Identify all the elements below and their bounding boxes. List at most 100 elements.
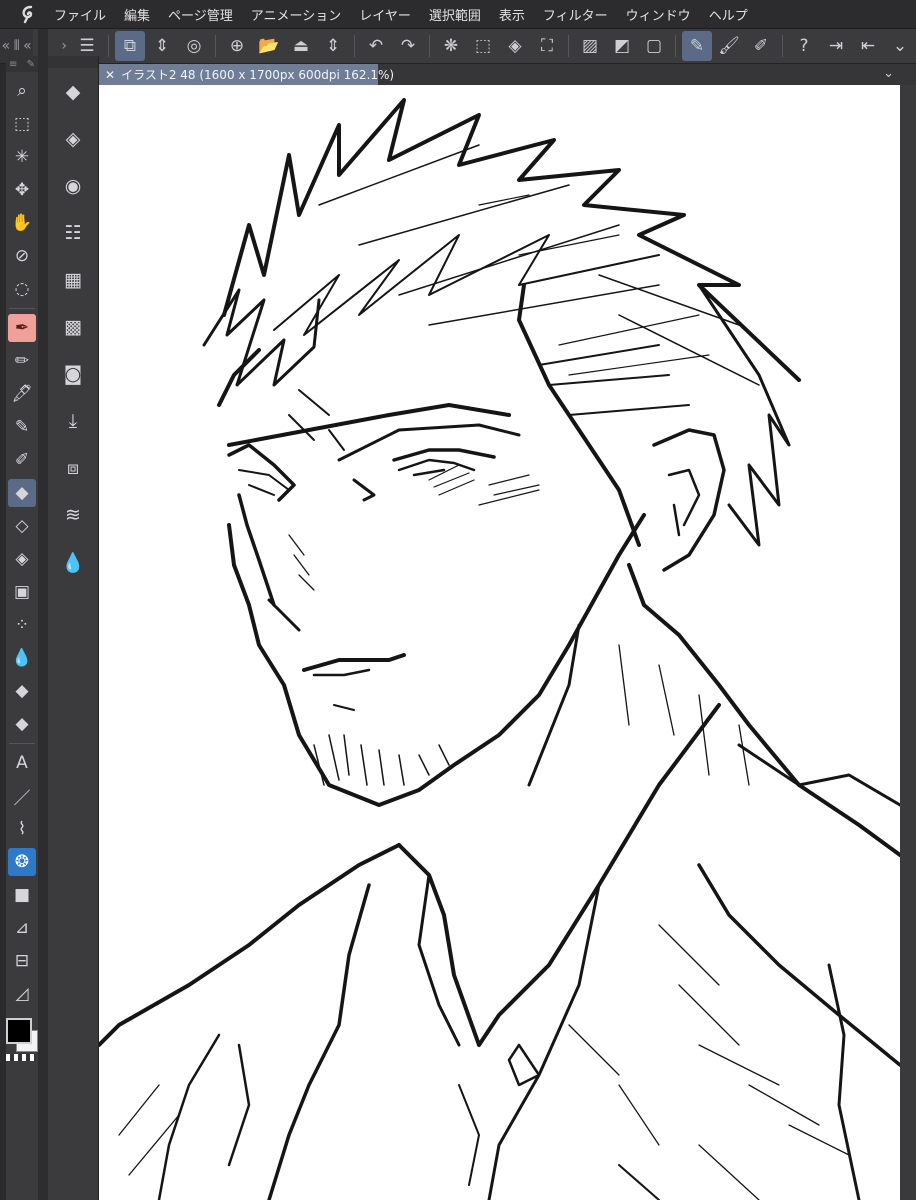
text-tool[interactable]: A [8, 749, 36, 777]
clear-outside-button[interactable]: ▨ [575, 31, 605, 61]
help-button[interactable]: ? [789, 31, 819, 61]
selection-loading-button[interactable]: ❋ [436, 31, 466, 61]
frame-tool[interactable]: ■ [8, 881, 36, 909]
layer-property-button[interactable]: ⧈ [53, 448, 93, 488]
pen-tool[interactable]: ✒ [8, 314, 36, 342]
balloon-tool[interactable]: ⌇ [8, 815, 36, 843]
menu-file[interactable]: ファイル [54, 5, 106, 24]
expand-right-icon[interactable]: › [61, 38, 67, 54]
clear-button[interactable]: ◩ [607, 31, 637, 61]
canvas-button[interactable]: ⧉ [115, 31, 145, 61]
ruler-icon: ⊿ [14, 918, 30, 938]
fill-alt-tool[interactable]: ◆ [8, 710, 36, 738]
sub-tool-header [48, 56, 98, 68]
undo-button[interactable]: ↶ [361, 31, 391, 61]
ruler-tool[interactable]: ⊿ [8, 914, 36, 942]
brush-tool-tool[interactable]: 🖋 [8, 380, 36, 408]
move-tool[interactable]: ✥ [8, 176, 36, 204]
redo-button[interactable]: ↷ [393, 31, 423, 61]
menu-help[interactable]: ヘルプ [709, 5, 748, 24]
fill-bucket-tool[interactable]: ◆ [8, 677, 36, 705]
document-tab[interactable]: ✕ イラスト2 48 (1600 x 1700px 600dpi 162.1%) [99, 64, 394, 85]
correction-tool[interactable]: ◿ [8, 980, 36, 1008]
drawing-canvas[interactable] [99, 85, 900, 1200]
brush-button[interactable]: 🖌 [714, 31, 744, 61]
spiral-button[interactable]: ◎ [179, 31, 209, 61]
pencil-tool[interactable]: ✏ [8, 347, 36, 375]
updown-button[interactable]: ⇕ [147, 31, 177, 61]
document-tab-label: イラスト2 48 (1600 x 1700px 600dpi 162.1%) [121, 68, 395, 82]
select-box-icon: ▢ [645, 36, 663, 56]
eraser-settings-button[interactable]: ◈ [53, 119, 93, 159]
material-button[interactable]: ▩ [53, 307, 93, 347]
hand-tool[interactable]: ✋ [8, 209, 36, 237]
brush-size-icon: ☷ [64, 222, 82, 244]
animation-button[interactable]: ▦ [53, 260, 93, 300]
tab-list-chevron-icon[interactable]: ⌄ [883, 66, 894, 81]
tool-property-button[interactable]: ◆ [53, 72, 93, 112]
line-tool[interactable]: ／ [8, 782, 36, 810]
collapse-right-icon[interactable]: « [23, 38, 32, 54]
eraser-tool[interactable]: ◆ [8, 479, 36, 507]
layer-move-tool[interactable]: ⊟ [8, 947, 36, 975]
soft-eraser-tool[interactable]: ◈ [8, 545, 36, 573]
menu-edit[interactable]: 編集 [124, 5, 150, 24]
menu-selection[interactable]: 選択範囲 [429, 5, 481, 24]
menu-window[interactable]: ウィンドウ [626, 5, 691, 24]
marker-tool[interactable]: ✎ [8, 413, 36, 441]
new-file-button[interactable]: ⊕ [222, 31, 252, 61]
expand-button[interactable]: ⌄ [885, 31, 915, 61]
close-tab-icon[interactable]: ✕ [105, 68, 115, 82]
import-button[interactable]: ⤓ [53, 401, 93, 441]
transform-button[interactable]: ⛶ [532, 31, 562, 61]
main-color-swatch[interactable] [6, 1018, 32, 1044]
airbrush-tool[interactable]: ✐ [8, 446, 36, 474]
command-bar: « ⦀ « › ☰ ⧉ ⇕ ◎ ⊕ 📂 ⏏ ⇕ ↶ ↷ ❋ ⬚ ◈ ⛶ ▨ ◩ ▢ ✎ 🖌 ✐? ⇥ ⇤ ⌄ [0, 29, 916, 64]
decoration-tool[interactable]: ❂ [8, 848, 36, 876]
fill-button[interactable]: ◈ [500, 31, 530, 61]
gradient-tool[interactable]: ▣ [8, 578, 36, 606]
transparent-color-swatch[interactable] [6, 1054, 36, 1061]
object-select-tool[interactable]: ⬚ [8, 110, 36, 138]
layers-button[interactable]: ≋ [53, 495, 93, 535]
expand-icon: ⌄ [892, 36, 908, 56]
export-button[interactable]: ⇥ [821, 31, 851, 61]
pencil-icon: ✏ [14, 351, 30, 371]
menu-view[interactable]: 表示 [499, 5, 525, 24]
redo-icon: ↷ [400, 36, 416, 56]
text-icon: A [16, 753, 28, 773]
blend-tool[interactable]: ◇ [8, 512, 36, 540]
water-drop-tool[interactable]: 💧 [8, 644, 36, 672]
panel-divider[interactable] [38, 29, 48, 1200]
pen-line-button[interactable]: ✐ [746, 31, 776, 61]
spray-tool[interactable]: ⁘ [8, 611, 36, 639]
menu-layer[interactable]: レイヤー [359, 5, 411, 24]
app-logo-icon[interactable] [18, 3, 40, 25]
deselect-button[interactable]: ⬚ [468, 31, 498, 61]
pen-stabilize-button[interactable]: ✎ [682, 31, 712, 61]
magic-wand-tool[interactable]: ✳ [8, 143, 36, 171]
pen-icon: ✒ [14, 318, 30, 338]
exit-button[interactable]: ⇤ [853, 31, 883, 61]
menu-filter[interactable]: フィルター [543, 5, 608, 24]
select-box-button[interactable]: ▢ [639, 31, 669, 61]
correction-icon: ◿ [15, 984, 29, 1004]
collapse-left-icon[interactable]: « [2, 38, 11, 54]
zoom-tool[interactable]: ⌕ [8, 77, 36, 105]
menu-animation[interactable]: アニメーション [251, 5, 341, 24]
palette-menu-icon[interactable]: ≡ [9, 59, 17, 70]
color-mix-button[interactable]: 💧 [53, 542, 93, 582]
lasso-tool[interactable]: ◌ [8, 275, 36, 303]
zoom-icon: ⌕ [17, 81, 27, 101]
open-folder-button[interactable]: 📂 [254, 31, 284, 61]
menu-page[interactable]: ページ管理 [168, 5, 233, 24]
updown2-button[interactable]: ⇕ [318, 31, 348, 61]
eraser-sub-button[interactable]: ◉ [53, 166, 93, 206]
undo-icon: ↶ [368, 36, 384, 56]
navigator-button[interactable]: ◙ [53, 354, 93, 394]
save-button[interactable]: ⏏ [286, 31, 316, 61]
eyedropper-tool[interactable]: ⊘ [8, 242, 36, 270]
color-indicator[interactable] [6, 1018, 38, 1062]
brush-size-button[interactable]: ☷ [53, 213, 93, 253]
pen-stabilize-icon: ✎ [689, 36, 705, 56]
